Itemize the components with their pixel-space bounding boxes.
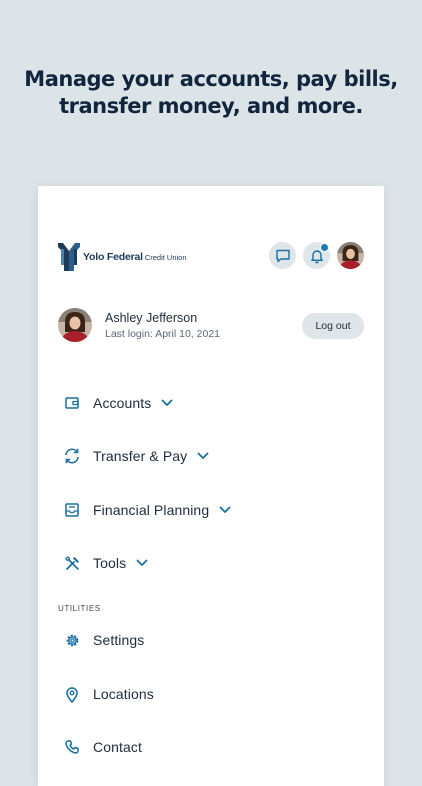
- user-avatar-button[interactable]: [337, 242, 364, 269]
- avatar-image: [337, 242, 364, 269]
- messages-button[interactable]: [269, 242, 296, 269]
- menu-item-label: Financial Planning: [93, 502, 210, 518]
- menu-item-financial-planning[interactable]: Financial Planning: [62, 498, 231, 522]
- menu-item-contact[interactable]: Contact: [62, 735, 142, 759]
- top-actions: [262, 242, 364, 269]
- logo-subtitle: Credit Union: [144, 253, 187, 262]
- utilities-section-label: UTILITIES: [58, 604, 101, 613]
- menu-item-label: Transfer & Pay: [93, 448, 188, 464]
- navigation-menu-panel: Yolo Federal Credit Union Ashley Jeffers…: [38, 186, 384, 786]
- marketing-headline: Manage your accounts, pay bills, transfe…: [0, 66, 422, 120]
- chevron-down-icon[interactable]: [161, 399, 173, 407]
- avatar: [58, 308, 92, 342]
- notifications-button[interactable]: [303, 242, 330, 269]
- user-name: Ashley Jefferson: [105, 310, 198, 325]
- planning-icon: [62, 500, 82, 520]
- menu-item-locations[interactable]: Locations: [62, 682, 154, 706]
- menu-item-accounts[interactable]: Accounts: [62, 391, 173, 415]
- menu-item-label: Settings: [93, 632, 145, 648]
- notification-badge-dot: [320, 243, 329, 252]
- menu-item-label: Tools: [93, 555, 127, 571]
- headline-line-2: transfer money, and more.: [59, 94, 363, 118]
- phone-icon: [62, 737, 82, 757]
- logout-button[interactable]: Log out: [302, 313, 364, 339]
- last-login: Last login: April 10, 2021: [105, 327, 220, 340]
- chevron-down-icon[interactable]: [219, 506, 231, 514]
- logo-name: Yolo Federal: [83, 251, 143, 263]
- chevron-down-icon[interactable]: [136, 559, 148, 567]
- user-profile: Ashley Jefferson Last login: April 10, 2…: [58, 308, 220, 342]
- menu-item-label: Locations: [93, 686, 154, 702]
- menu-item-settings[interactable]: Settings: [62, 628, 144, 652]
- avatar-image: [58, 308, 92, 342]
- location-pin-icon: [62, 684, 82, 704]
- menu-item-label: Contact: [93, 739, 142, 755]
- menu-item-label: Accounts: [93, 395, 152, 411]
- yolo-federal-logo-mark: [58, 243, 80, 271]
- yolo-federal-logo: Yolo Federal Credit Union: [58, 242, 187, 272]
- chevron-down-icon[interactable]: [197, 452, 209, 460]
- tools-icon: [62, 553, 82, 573]
- gear-icon: [62, 630, 82, 650]
- menu-item-transfer-pay[interactable]: Transfer & Pay: [62, 444, 209, 468]
- headline-line-1: Manage your accounts, pay bills,: [24, 67, 398, 91]
- chat-icon: [275, 249, 290, 262]
- transfer-icon: [62, 446, 82, 466]
- wallet-icon: [62, 393, 82, 413]
- menu-item-tools[interactable]: Tools: [62, 551, 148, 575]
